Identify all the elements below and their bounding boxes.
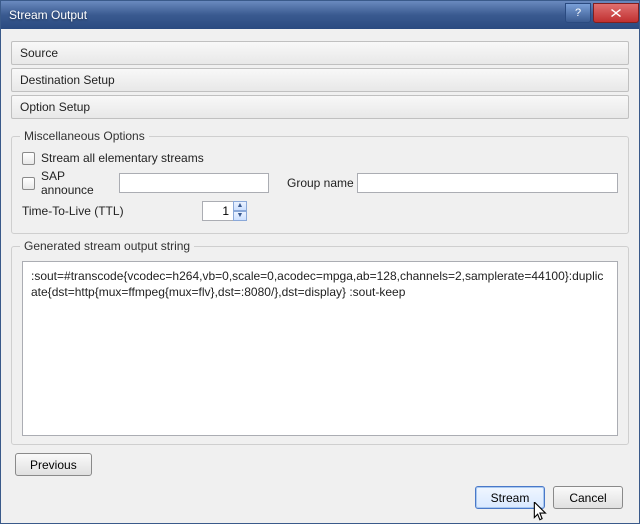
stream-all-row: Stream all elementary streams	[22, 151, 618, 165]
stream-all-checkbox[interactable]	[22, 152, 35, 165]
stream-all-label: Stream all elementary streams	[41, 151, 204, 165]
cancel-button[interactable]: Cancel	[553, 486, 623, 509]
close-button[interactable]	[593, 3, 639, 23]
stream-button[interactable]: Stream	[475, 486, 545, 509]
titlebar-buttons: ?	[563, 3, 639, 23]
sap-input[interactable]	[119, 173, 269, 193]
misc-group-title: Miscellaneous Options	[20, 129, 149, 143]
section-source[interactable]: Source	[11, 41, 629, 65]
output-textarea[interactable]: :sout=#transcode{vcodec=h264,vb=0,scale=…	[22, 261, 618, 436]
ttl-down-button[interactable]: ▼	[233, 211, 247, 221]
stream-button-label: Stream	[491, 491, 530, 505]
window-title: Stream Output	[9, 8, 563, 22]
misc-group: Miscellaneous Options Stream all element…	[11, 136, 629, 234]
ttl-spinner: ▲ ▼	[202, 201, 247, 221]
output-group: Generated stream output string :sout=#tr…	[11, 246, 629, 445]
section-option[interactable]: Option Setup	[11, 95, 629, 119]
ttl-label: Time-To-Live (TTL)	[22, 204, 202, 218]
titlebar: Stream Output ?	[1, 1, 639, 29]
help-button[interactable]: ?	[565, 3, 591, 23]
previous-button[interactable]: Previous	[15, 453, 92, 476]
footer: Stream Cancel	[11, 476, 629, 513]
close-icon	[611, 9, 621, 17]
group-name-input[interactable]	[357, 173, 618, 193]
previous-holder: Previous	[11, 445, 629, 476]
ttl-row: Time-To-Live (TTL) ▲ ▼	[22, 201, 618, 221]
ttl-up-button[interactable]: ▲	[233, 201, 247, 211]
output-group-title: Generated stream output string	[20, 239, 194, 253]
group-name-label: Group name	[287, 176, 357, 190]
ttl-input[interactable]	[202, 201, 234, 221]
sap-label: SAP announce	[41, 169, 119, 197]
sap-row: SAP announce Group name	[22, 169, 618, 197]
client-area: Source Destination Setup Option Setup Mi…	[1, 29, 639, 523]
dialog-window: Stream Output ? Source Destination Setup…	[0, 0, 640, 524]
section-destination[interactable]: Destination Setup	[11, 68, 629, 92]
sap-checkbox[interactable]	[22, 177, 35, 190]
